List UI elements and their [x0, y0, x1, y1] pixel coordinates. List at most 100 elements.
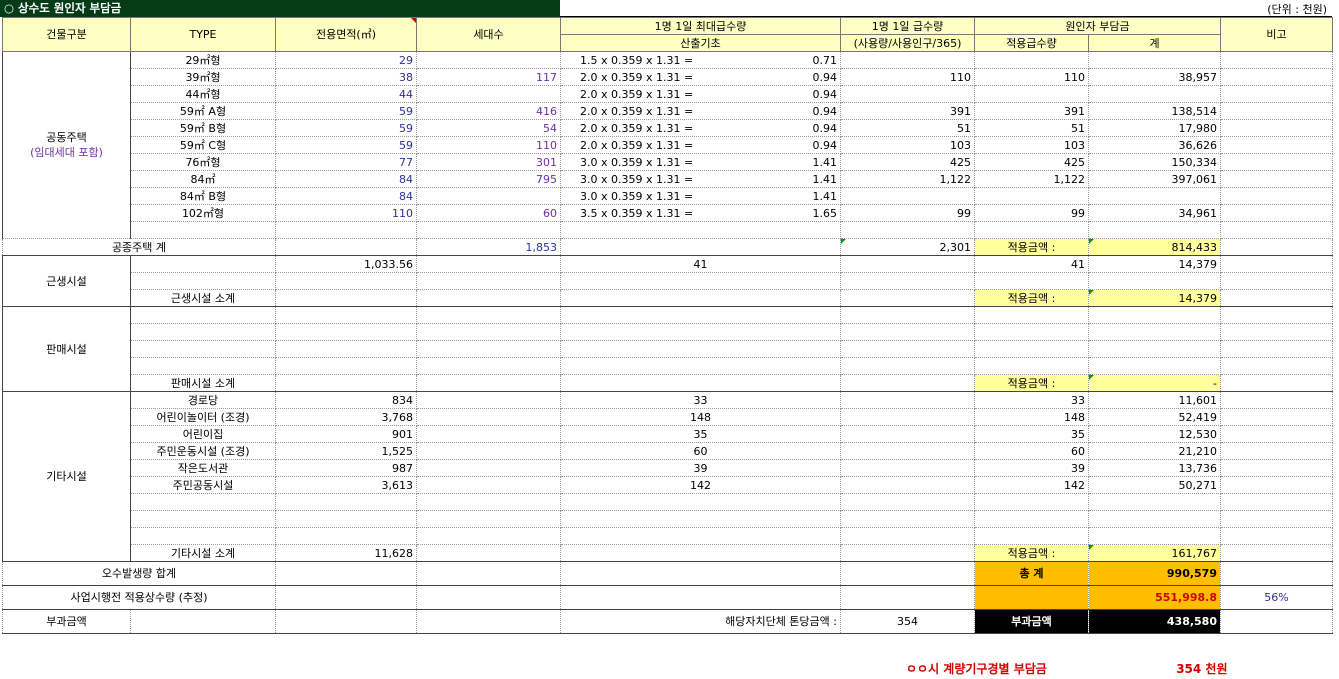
empty-cell — [974, 510, 1089, 528]
empty-cell — [560, 238, 841, 256]
area-cell: 59 — [275, 136, 417, 154]
header-row-1: 건물구분 TYPE 전용면적(㎥) 세대수 1명 1일 최대급수량 1명 1일 … — [2, 17, 1333, 52]
empty-cell — [416, 544, 561, 562]
table-row — [3, 493, 1333, 511]
area-cell: 901 — [275, 425, 417, 443]
applied-label: 적용금액 : — [974, 289, 1089, 307]
empty-cell — [416, 585, 561, 610]
calc-cell: 2.0 x 0.359 x 1.31 = 0.94 — [560, 68, 841, 86]
empty-cell — [560, 527, 841, 545]
empty-cell — [1088, 357, 1221, 375]
empty-cell — [130, 510, 276, 528]
calc-cell: 3.0 x 0.359 x 1.31 = 1.41 — [560, 153, 841, 171]
empty-cell — [840, 306, 975, 324]
empty-cell — [840, 357, 975, 375]
households-cell — [416, 442, 561, 460]
usage-cell — [840, 255, 975, 273]
households-cell — [416, 51, 561, 69]
area-cell: 59 — [275, 119, 417, 137]
unit-label: (단위 : 천원) — [1267, 3, 1327, 16]
empty-cell — [416, 340, 561, 358]
households-cell: 110 — [416, 136, 561, 154]
subtotal-label: 기타시설 소계 — [130, 544, 276, 562]
households-cell — [416, 459, 561, 477]
usage-cell: 51 — [840, 119, 975, 137]
empty-cell — [1088, 493, 1221, 511]
total-label: 총 계 — [974, 561, 1089, 586]
calc-formula: 2.0 x 0.359 x 1.31 = — [580, 138, 694, 152]
applied-cell: 35 — [974, 425, 1089, 443]
calc-formula: 3.5 x 0.359 x 1.31 = — [580, 206, 694, 220]
group-sales: 판매시설 — [2, 306, 131, 392]
calc-cell: 2.0 x 0.359 x 1.31 = 0.94 — [560, 85, 841, 103]
total-cell: 12,530 — [1088, 425, 1221, 443]
empty-cell — [1220, 221, 1333, 239]
households-cell — [416, 408, 561, 426]
type-cell: 44㎡형 — [130, 85, 276, 103]
total-cell: 150,334 — [1088, 153, 1221, 171]
empty-cell — [1220, 323, 1333, 341]
header-type: TYPE — [130, 17, 276, 52]
empty-cell — [130, 323, 276, 341]
total-cell: 34,961 — [1088, 204, 1221, 222]
header-note: 비고 — [1220, 17, 1333, 52]
type-cell: 84㎡ — [130, 170, 276, 188]
calc-value: 0.94 — [812, 121, 838, 135]
households-cell: 301 — [416, 153, 561, 171]
note-cell — [1220, 289, 1333, 307]
table-row — [3, 510, 1333, 528]
empty-cell — [1088, 510, 1221, 528]
type-cell: 작은도서관 — [130, 459, 276, 477]
footer-label: ㅇㅇ시 계량기구경별 부담금 — [906, 662, 1047, 676]
empty-cell — [130, 527, 276, 545]
applied-cell: 425 — [974, 153, 1089, 171]
empty-cell — [1220, 272, 1333, 290]
empty-cell — [840, 323, 975, 341]
calc-value: 0.71 — [812, 53, 838, 67]
note-cell — [1220, 459, 1333, 477]
note-cell — [1220, 408, 1333, 426]
empty-cell — [974, 221, 1089, 239]
empty-cell — [1220, 340, 1333, 358]
applied-label: 적용금액 : — [974, 544, 1089, 562]
households-cell — [416, 187, 561, 205]
empty-cell — [1220, 493, 1333, 511]
area-cell: 987 — [275, 459, 417, 477]
usage-cell: 103 — [840, 136, 975, 154]
table-row — [3, 272, 1333, 290]
empty-cell — [275, 527, 417, 545]
table-row: 39㎡형 38 117 2.0 x 0.359 x 1.31 = 0.94 110 110 3… — [3, 68, 1333, 86]
empty-cell — [840, 493, 975, 511]
empty-cell — [974, 493, 1089, 511]
table-row: 어린이놀이터 (조경) 3,768 148 148 52,419 — [3, 408, 1333, 426]
calc-cell: 3.5 x 0.359 x 1.31 = 1.65 — [560, 204, 841, 222]
area-cell: 84 — [275, 170, 417, 188]
summary-row: 오수발생량 합계 총 계 990,579 — [2, 561, 1333, 586]
type-cell: 84㎡ B형 — [130, 187, 276, 205]
empty-cell — [130, 493, 276, 511]
empty-cell — [130, 272, 276, 290]
calc-value: 0.94 — [812, 70, 838, 84]
usage-cell: 1,122 — [840, 170, 975, 188]
total-cell: 52,419 — [1088, 408, 1221, 426]
usage-cell — [840, 408, 975, 426]
pre-label: 사업시행전 적용상수량 (추정) — [2, 585, 276, 610]
usage-cell: 425 — [840, 153, 975, 171]
total-cell: 14,379 — [1088, 255, 1221, 273]
table-row: 주민공동시설 3,613 142 142 50,271 — [3, 476, 1333, 494]
empty-cell — [1088, 272, 1221, 290]
subtotal-total: 814,433 — [1088, 238, 1221, 256]
area-cell: 1,525 — [275, 442, 417, 460]
note-cell — [1220, 561, 1333, 586]
empty-cell — [974, 306, 1089, 324]
total-cell — [1088, 51, 1221, 69]
note-cell — [1220, 425, 1333, 443]
empty-cell — [275, 238, 417, 256]
empty-cell — [560, 510, 841, 528]
empty-cell — [1220, 306, 1333, 324]
table-row: 84㎡ 84 795 3.0 x 0.359 x 1.31 = 1.41 1,122 1,1… — [3, 170, 1333, 188]
header-area: 전용면적(㎥) — [275, 17, 417, 52]
empty-cell — [560, 357, 841, 375]
note-cell — [1220, 544, 1333, 562]
table-row: 근생시설 1,033.56 41 41 14,379 — [2, 255, 1333, 307]
